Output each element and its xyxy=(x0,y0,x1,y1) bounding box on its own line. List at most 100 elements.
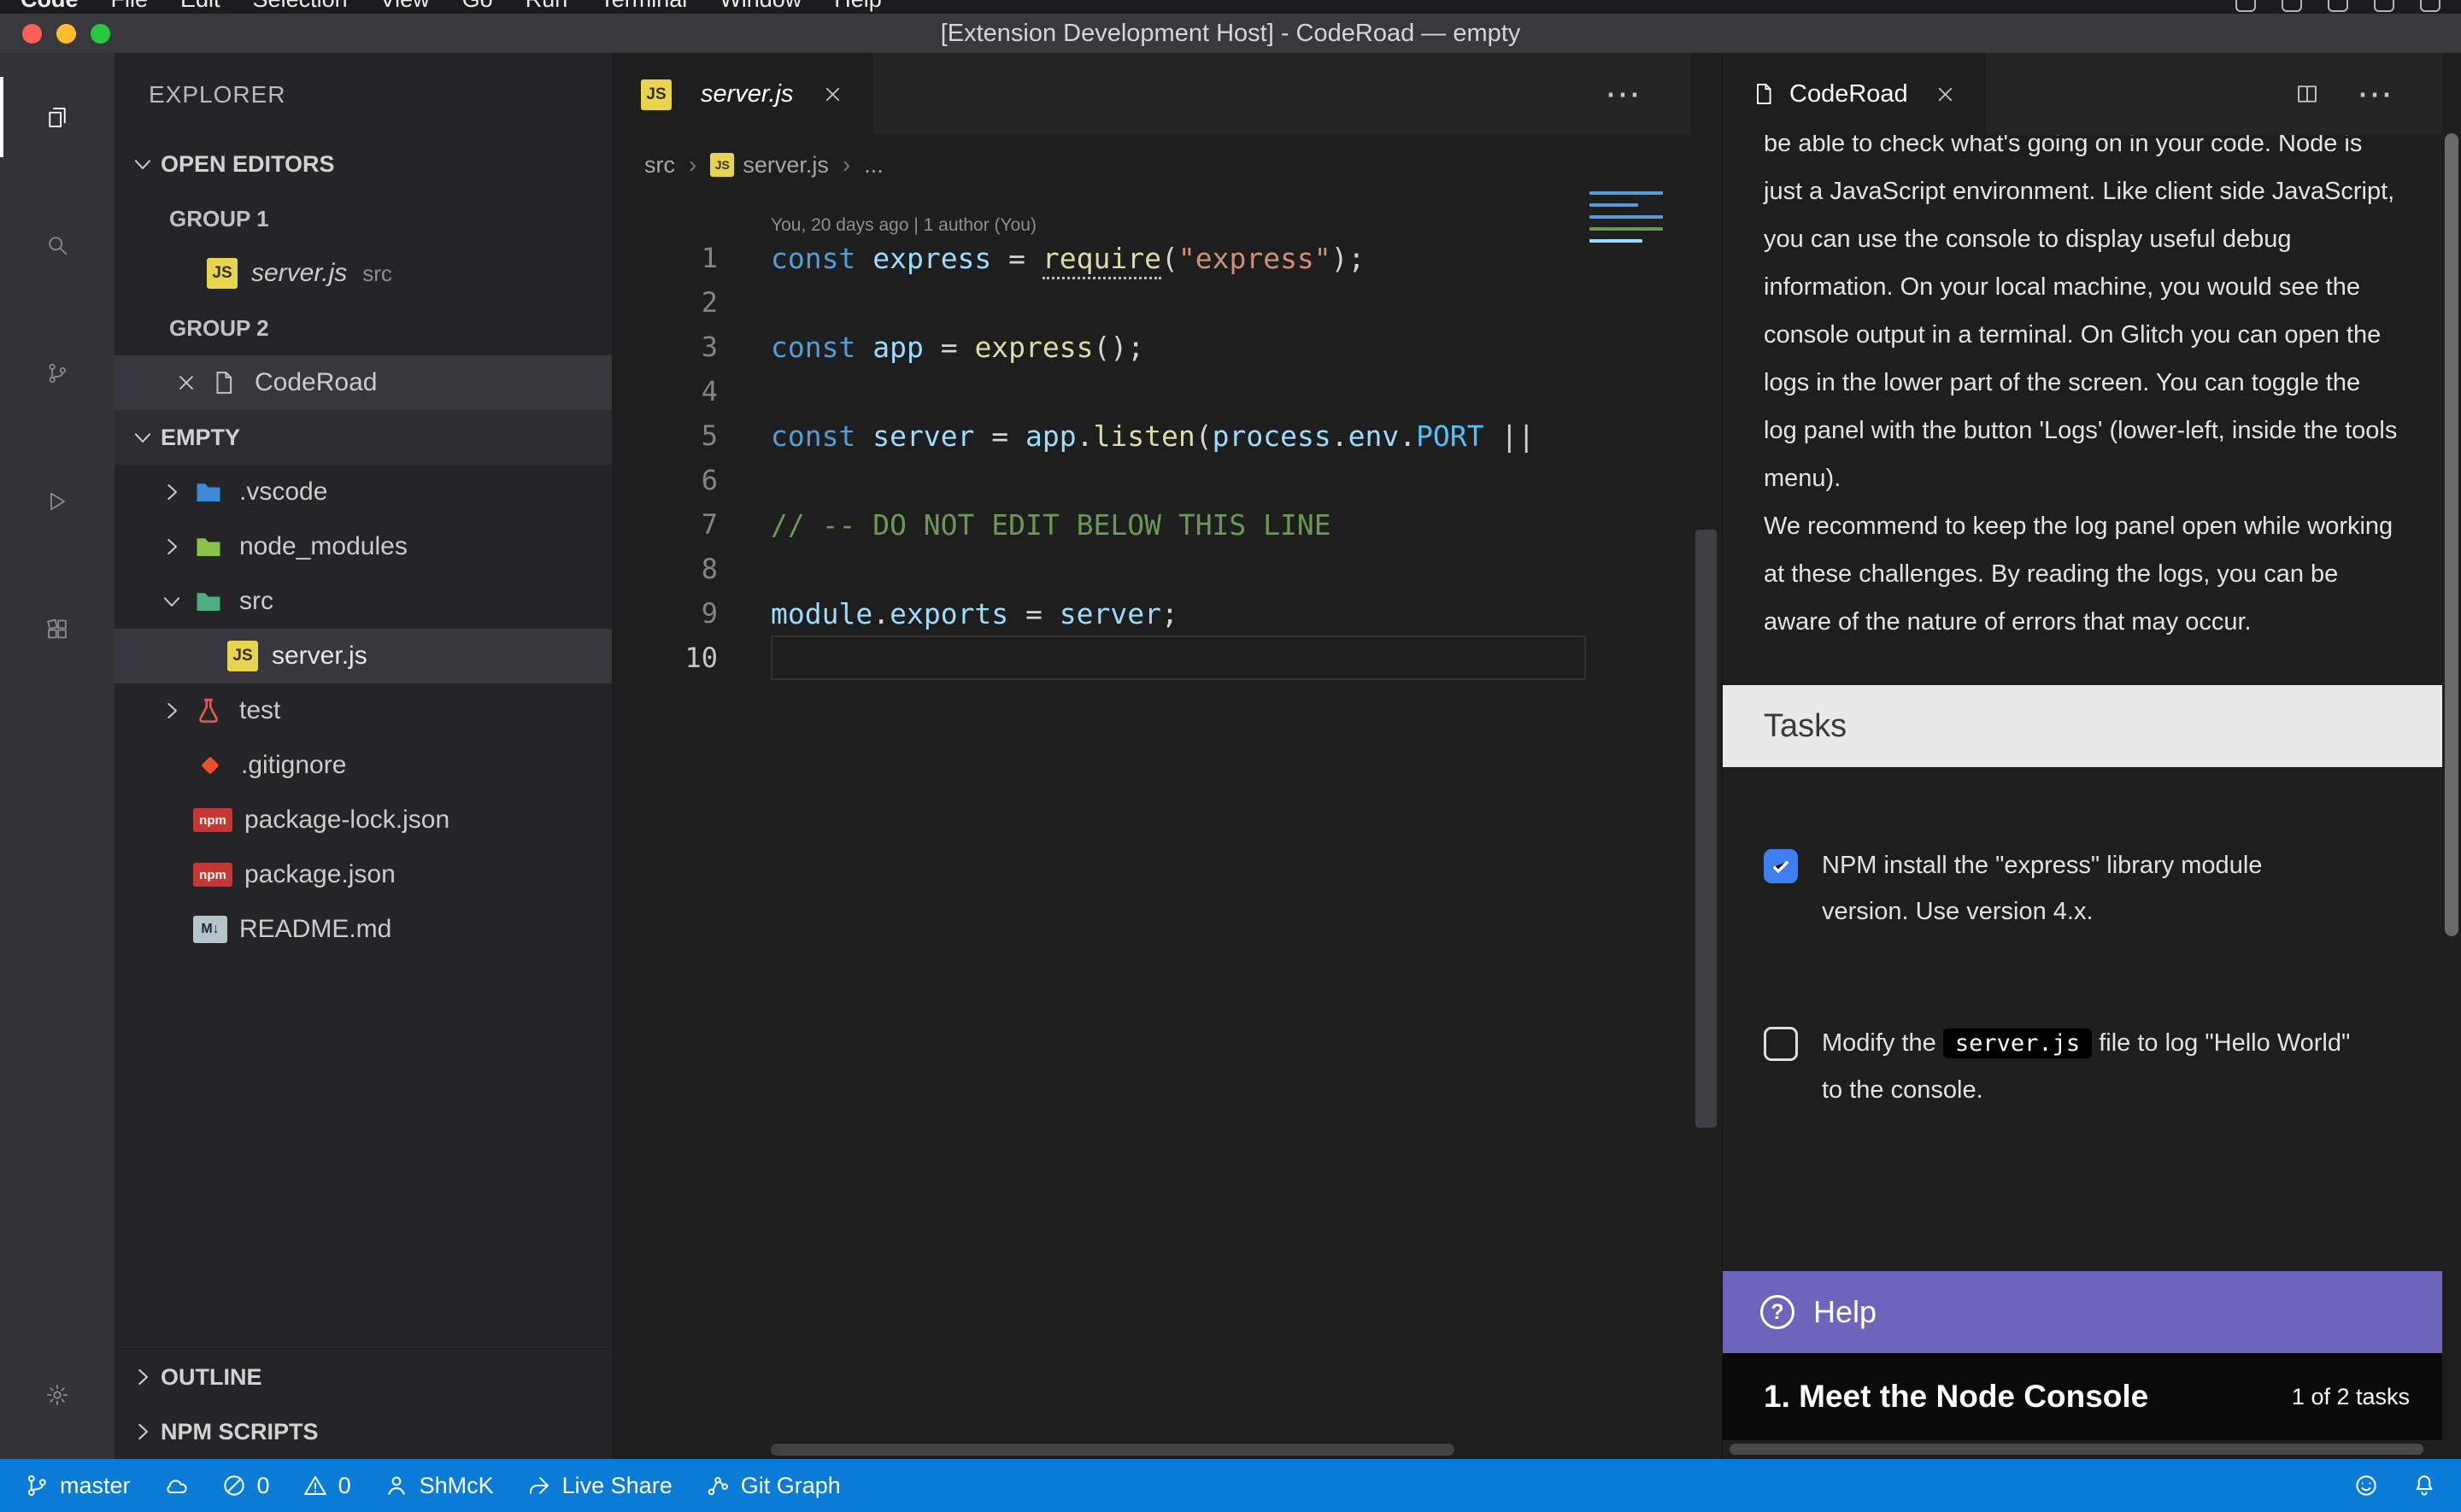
bell-icon xyxy=(2411,1473,2437,1498)
tree-item-src[interactable]: src xyxy=(115,574,612,629)
split-editor-icon[interactable] xyxy=(2295,82,2319,106)
open-editors-group-group-1: GROUP 1 xyxy=(115,191,612,246)
markdown-file-icon xyxy=(193,916,227,943)
share-icon xyxy=(526,1473,552,1498)
code-text: const express = require("express"); xyxy=(771,242,1365,275)
open-editor-coderoad[interactable]: CodeRoad xyxy=(115,355,612,410)
lesson-footer[interactable]: 1. Meet the Node Console 1 of 2 tasks xyxy=(1723,1353,2442,1440)
code-line-1[interactable]: 1const express = require("express"); xyxy=(612,236,1690,280)
code-line-4[interactable]: 4 xyxy=(612,369,1690,413)
code-editor[interactable]: You, 20 days ago | 1 author (You) 1const… xyxy=(612,195,1690,1459)
run-debug-icon xyxy=(45,489,69,513)
minimize-window-button[interactable] xyxy=(56,24,76,44)
more-actions-icon[interactable]: ⋯ xyxy=(1605,76,1642,112)
panel-actions: ⋯ xyxy=(2295,53,2394,135)
editor-name: CodeRoad xyxy=(255,368,377,397)
code-line-5[interactable]: 5const server = app.listen(process.env.P… xyxy=(612,413,1690,458)
status-bell[interactable] xyxy=(2411,1473,2437,1498)
help-bar[interactable]: Help xyxy=(1723,1271,2442,1353)
open-editors-header[interactable]: OPEN EDITORS xyxy=(115,137,612,191)
activitybar-settings[interactable] xyxy=(0,1331,115,1459)
activitybar-explorer[interactable] xyxy=(0,53,115,181)
tree-item-node-modules[interactable]: node_modules xyxy=(115,519,612,574)
code-line-6[interactable]: 6 xyxy=(612,458,1690,502)
breadcrumb: src server.js... xyxy=(612,135,1690,195)
code-line-2[interactable]: 2 xyxy=(612,280,1690,325)
status-0[interactable]: 0 xyxy=(221,1473,270,1499)
search-icon xyxy=(45,233,69,257)
panel-vertical-scrollbar[interactable] xyxy=(2442,53,2461,1459)
code-line-3[interactable]: 3const app = express(); xyxy=(612,325,1690,369)
activitybar-source-control[interactable] xyxy=(0,309,115,437)
task-checkbox[interactable] xyxy=(1764,1027,1798,1061)
macos-menubar: CodeFileEditSelectionViewGoRunTerminalWi… xyxy=(0,0,2461,14)
editor-vertical-scrollbar[interactable] xyxy=(1690,53,1722,1459)
task-text-part: NPM install the "express" library module… xyxy=(1822,852,2262,925)
activitybar-run-debug[interactable] xyxy=(0,437,115,566)
tree-item-package-json[interactable]: package.json xyxy=(115,847,612,902)
sidebar-section-outline[interactable]: OUTLINE xyxy=(115,1350,612,1404)
close-icon[interactable] xyxy=(166,371,207,395)
status-label: 0 xyxy=(257,1473,270,1499)
workspace-header-empty[interactable]: EMPTY xyxy=(115,410,612,465)
breadcrumb-[interactable]: ... xyxy=(864,152,884,179)
coderoad-webview: be able to check what's going on in your… xyxy=(1723,135,2442,1459)
tutorial-paragraph: We recommend to keep the log panel open … xyxy=(1764,502,2399,646)
tab-server-js[interactable]: server.js xyxy=(612,53,873,135)
workbench: EXPLORER OPEN EDITORS GROUP 1server.jssr… xyxy=(0,53,2461,1459)
status-master[interactable]: master xyxy=(24,1473,131,1499)
tree-item-vscode[interactable]: .vscode xyxy=(115,465,612,519)
line-number: 5 xyxy=(612,419,771,452)
more-actions-icon[interactable]: ⋯ xyxy=(2357,76,2394,112)
status-0[interactable]: 0 xyxy=(302,1473,351,1499)
open-editor-server-js[interactable]: server.jssrc xyxy=(115,246,612,301)
folder-vscode-icon xyxy=(191,475,226,509)
tree-item-server-js[interactable]: server.js xyxy=(115,629,612,683)
window-titlebar[interactable]: [Extension Development Host] - CodeRoad … xyxy=(0,14,2461,53)
tab-coderoad[interactable]: CodeRoad xyxy=(1723,53,1986,135)
status-label: Live Share xyxy=(562,1473,673,1499)
line-number: 7 xyxy=(612,508,771,541)
code-text: const server = app.listen(process.env.PO… xyxy=(771,419,1535,453)
breadcrumb-server-js[interactable]: server.js xyxy=(710,152,829,179)
scrollbar-thumb xyxy=(1695,530,1717,1128)
tree-item-test[interactable]: test xyxy=(115,683,612,738)
code-line-8[interactable]: 8 xyxy=(612,547,1690,591)
status-feedback[interactable] xyxy=(2353,1473,2379,1498)
doc-icon xyxy=(207,366,241,400)
tree-item-gitignore[interactable]: .gitignore xyxy=(115,738,612,793)
task-checkbox[interactable] xyxy=(1764,849,1798,883)
status-git-graph[interactable]: Git Graph xyxy=(705,1473,841,1499)
npm-file-icon xyxy=(193,808,232,832)
line-number: 3 xyxy=(612,331,771,363)
sidebar-title: EXPLORER xyxy=(115,53,612,137)
zoom-window-button[interactable] xyxy=(91,24,110,44)
codelens[interactable]: You, 20 days ago | 1 author (You) xyxy=(612,195,1690,236)
editor-horizontal-scrollbar[interactable] xyxy=(771,1440,1690,1459)
code-lines: 1const express = require("express");23co… xyxy=(612,236,1690,680)
task-text-part: Modify the xyxy=(1822,1029,1943,1057)
activity-bar xyxy=(0,53,115,1459)
status-live-share[interactable]: Live Share xyxy=(526,1473,673,1499)
close-window-button[interactable] xyxy=(22,24,42,44)
coderoad-panel: CodeRoad ⋯ be able to check what's going… xyxy=(1722,53,2442,1459)
panel-horizontal-scrollbar[interactable] xyxy=(1723,1440,2442,1459)
sidebar-section-npm-scripts[interactable]: NPM SCRIPTS xyxy=(115,1404,612,1459)
tree-item-readme-md[interactable]: README.md xyxy=(115,902,612,957)
code-line-10[interactable]: 10 xyxy=(612,636,1690,680)
explorer-icon xyxy=(45,105,69,129)
code-line-7[interactable]: 7// -- DO NOT EDIT BELOW THIS LINE xyxy=(612,502,1690,547)
minimap[interactable] xyxy=(1589,191,1668,251)
status-shmck[interactable]: ShMcK xyxy=(384,1473,494,1499)
close-icon[interactable] xyxy=(1934,83,1957,106)
chev-r-icon xyxy=(152,698,191,724)
activitybar-search[interactable] xyxy=(0,181,115,309)
tasks-header: Tasks xyxy=(1723,685,2442,767)
activitybar-extensions[interactable] xyxy=(0,566,115,694)
extensions-icon xyxy=(45,618,69,642)
tree-item-package-lock-json[interactable]: package-lock.json xyxy=(115,793,612,847)
close-icon[interactable] xyxy=(821,83,844,106)
breadcrumb-src[interactable]: src xyxy=(644,152,675,179)
code-line-9[interactable]: 9module.exports = server; xyxy=(612,591,1690,636)
status-cloud[interactable] xyxy=(163,1473,189,1498)
